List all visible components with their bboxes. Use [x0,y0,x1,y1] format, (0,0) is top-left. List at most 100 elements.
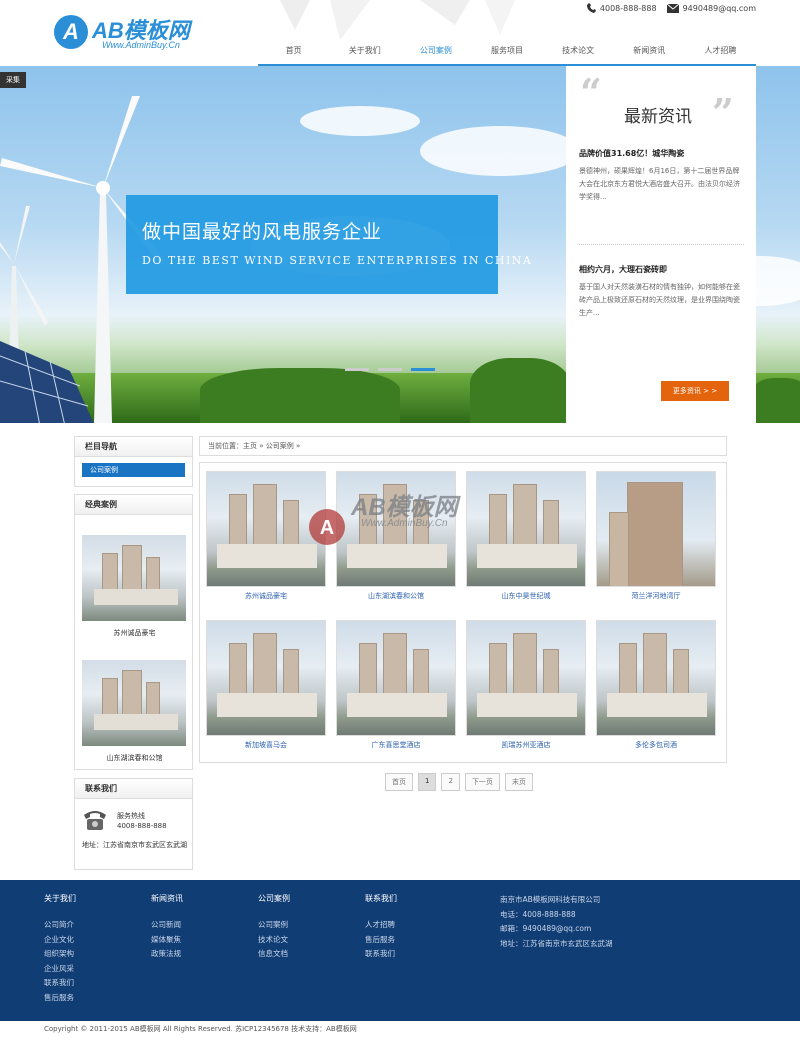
pagination: 首页 1 2 下一页 末页 [385,773,533,791]
product-image[interactable] [596,471,716,587]
phone-number: 4008-888-888 [599,3,657,13]
nav-services[interactable]: 服务项目 [471,40,542,64]
product-image[interactable] [336,620,456,736]
company-email: 邮箱：9490489@qq.com [500,924,592,933]
footer-link[interactable]: 售后服务 [365,933,397,948]
phone-contact: 4008-888-888 [586,3,657,13]
product-card[interactable]: 广东喜思堂酒店 [336,620,456,750]
footer-link[interactable]: 政策法规 [151,947,183,962]
news-item-title[interactable]: 相约六月，大理石瓷砖即 [579,264,744,275]
product-caption[interactable]: 新加坡喜马会 [206,740,326,750]
podium [94,589,178,605]
divider [579,244,744,245]
footer-link[interactable]: 联系我们 [365,947,397,962]
hotline-number: 4008-888-888 [117,822,167,830]
footer-company-info: 南京市AB模板网科技有限公司 电话：4008-888-888 邮箱：949048… [500,893,613,951]
nav-about[interactable]: 关于我们 [329,40,400,64]
product-image[interactable] [596,620,716,736]
more-news-button[interactable]: 更多资讯 > > [661,381,729,401]
podium [607,693,707,717]
footer-link[interactable]: 技术论文 [258,933,290,948]
podium [94,714,178,730]
svg-text:A: A [320,517,334,539]
product-card[interactable]: 多伦多包司酒 [596,620,716,750]
case-thumbnail[interactable] [82,535,186,621]
product-card[interactable]: 新加坡喜马会 [206,620,326,750]
nav-home[interactable]: 首页 [258,40,329,64]
slide-dot-3[interactable] [411,368,435,371]
caption-chinese: 做中国最好的风电服务企业 [142,221,383,243]
case-caption[interactable]: 山东湖滨春和公馆 [75,753,194,763]
product-caption[interactable]: 苏州诚品豪宅 [206,591,326,601]
product-card[interactable]: 菏兰洋河地湾厅 [596,471,716,601]
site-header: A AB模板网 Www.AdminBuy.Cn 4008-888-888 949… [0,0,800,66]
product-caption[interactable]: 菏兰洋河地湾厅 [596,591,716,601]
nav-cases[interactable]: 公司案例 [400,40,471,64]
email-contact: 9490489@qq.com [666,3,756,13]
breadcrumb: 当前位置：主页 » 公司案例 » [199,436,727,456]
footer-col-title: 关于我们 [44,894,76,903]
product-card[interactable]: 凯瑞苏州亚酒店 [466,620,586,750]
footer-col-cases: 公司案例 公司案例 技术论文 信息文档 [258,893,290,962]
cloud [300,106,420,136]
mail-icon [666,3,679,13]
telephone-icon [84,811,106,830]
sidebar-item-cases[interactable]: 公司案例 [82,463,185,477]
cloud [420,126,580,176]
page-next[interactable]: 下一页 [464,773,500,791]
footer-link[interactable]: 信息文档 [258,947,290,962]
product-caption[interactable]: 多伦多包司酒 [596,740,716,750]
footer-col-about: 关于我们 公司简介 企业文化 组织架构 企业风采 联系我们 售后服务 [44,893,76,1005]
product-image[interactable] [206,620,326,736]
news-item-title[interactable]: 品牌价值31.68亿！城华陶瓷 [579,148,744,159]
footer-link[interactable]: 公司新闻 [151,918,183,933]
nav-papers[interactable]: 技术论文 [543,40,614,64]
watermark-logo: A AB模板网 Www.AdminBuy.Cn [305,485,515,555]
product-caption[interactable]: 广东喜思堂酒店 [336,740,456,750]
footer-link[interactable]: 人才招聘 [365,918,397,933]
site-logo[interactable]: A AB模板网 Www.AdminBuy.Cn [54,13,214,53]
news-item-text: 基于国人对天然装潢石材的情有独钟，如何能够在瓷砖产品上极致还原石材的天然纹理，是… [579,283,740,317]
page-2[interactable]: 2 [441,773,460,791]
news-item[interactable]: 相约六月，大理石瓷砖即 基于国人对天然装潢石材的情有独钟，如何能够在瓷砖产品上极… [579,264,744,320]
footer-link[interactable]: 公司简介 [44,918,76,933]
footer-link[interactable]: 公司案例 [258,918,290,933]
company-address: 地址：江苏省南京市玄武区玄武湖 [500,938,613,948]
nav-jobs[interactable]: 人才招聘 [685,40,756,64]
open-quote-icon: “ [580,70,602,115]
footer-link[interactable]: 组织架构 [44,947,76,962]
product-caption[interactable]: 凯瑞苏州亚酒店 [466,740,586,750]
page-last[interactable]: 末页 [504,773,533,791]
footer-link[interactable]: 媒体聚焦 [151,933,183,948]
page-first[interactable]: 首页 [385,773,413,791]
caption-english: DO THE BEST WIND SERVICE ENTERPRISES IN … [142,254,533,267]
company-name: 南京市AB模板网科技有限公司 [500,895,601,904]
product-image[interactable] [466,620,586,736]
page-1[interactable]: 1 [418,773,437,791]
building [627,482,683,586]
news-item-text: 景德神州，硕果辉煌！6月16日，第十二届世界品牌大会在北京东方君悦大酒店盛大召开… [579,167,740,201]
footer-link[interactable]: 企业文化 [44,933,76,948]
company-phone: 电话：4008-888-888 [500,909,576,919]
copyright-bar: Copyright © 2011-2015 AB模板网 All Rights R… [0,1021,800,1038]
sidebar-cases-title: 经典案例 [75,495,192,515]
case-caption[interactable]: 苏州诚品豪宅 [75,628,194,638]
header-contact: 4008-888-888 9490489@qq.com [586,3,756,13]
footer-link[interactable]: 售后服务 [44,991,76,1006]
news-item[interactable]: 品牌价值31.68亿！城华陶瓷 景德神州，硕果辉煌！6月16日，第十二届世界品牌… [579,148,744,204]
footer-link[interactable]: 企业风采 [44,962,76,977]
nav-news[interactable]: 新闻资讯 [614,40,685,64]
tree-line [200,368,400,423]
case-thumbnail[interactable] [82,660,186,746]
badge-collect[interactable]: 采集 [0,72,26,88]
product-caption[interactable]: 山东中昊世纪城 [466,591,586,601]
news-panel-title: 最新资讯 [624,107,692,127]
hero-banner: 采集 做中国最好的风电服务企业 DO THE BEST WIND SERVICE… [0,66,800,423]
footer-link[interactable]: 联系我们 [44,976,76,991]
slide-dot-1[interactable] [345,368,369,371]
tree-line [750,378,800,423]
product-caption[interactable]: 山东湖滨春和公馆 [336,591,456,601]
email-address[interactable]: 9490489@qq.com [683,4,756,13]
slide-dot-2[interactable] [378,368,402,371]
address-text: 地址：江苏省南京市玄武区玄武湖 [82,841,187,849]
